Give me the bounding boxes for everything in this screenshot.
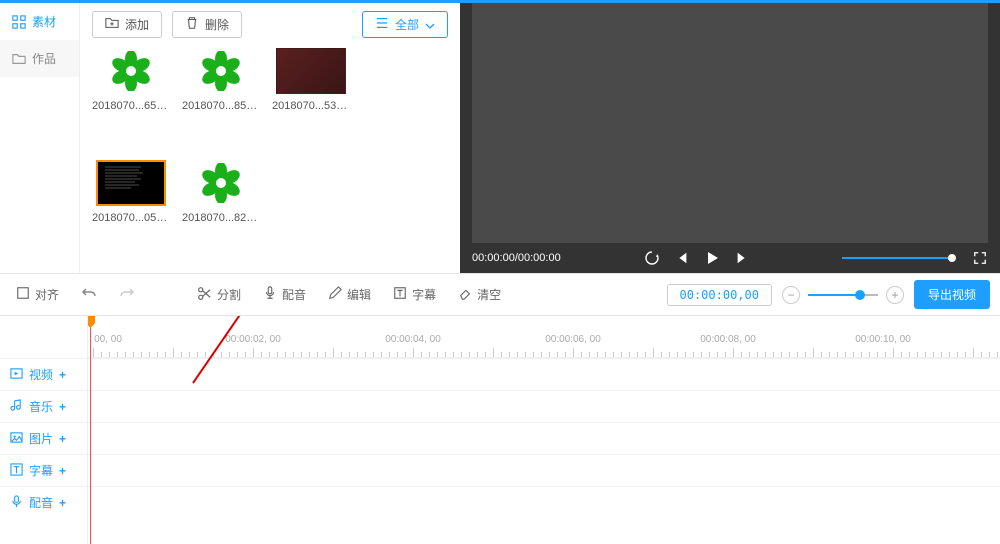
align-icon <box>16 286 30 303</box>
track-labels: 视频+ 音乐+ 图片+ 字幕+ 配音+ <box>0 316 88 544</box>
track-label-image[interactable]: 图片+ <box>0 422 87 454</box>
zoom-in-button[interactable]: + <box>886 286 904 304</box>
asset-name: 2018070...536.mp4 <box>272 100 350 112</box>
video-icon <box>10 367 23 383</box>
track-label-dub[interactable]: 配音+ <box>0 486 87 518</box>
asset-item[interactable]: 2018070...536.mp4 <box>272 48 350 112</box>
zoom-slider[interactable] <box>808 294 878 296</box>
track-row[interactable] <box>88 486 1000 518</box>
track-label-music[interactable]: 音乐+ <box>0 390 87 422</box>
timeline-time-display: 00:00:00,00 <box>667 284 772 306</box>
clear-button[interactable]: 清空 <box>452 282 507 307</box>
asset-name: 2018070...653.mp4 <box>92 100 170 112</box>
preview-progress[interactable] <box>842 257 952 259</box>
track-label-subtitle[interactable]: 字幕+ <box>0 454 87 486</box>
zoom-out-button[interactable]: − <box>782 286 800 304</box>
track-row[interactable] <box>88 422 1000 454</box>
undo-icon <box>81 285 97 304</box>
export-button[interactable]: 导出视频 <box>914 280 990 309</box>
asset-thumbnail <box>96 160 166 206</box>
asset-thumbnail <box>276 48 346 94</box>
preview-time-label: 00:00:00/00:00:00 <box>472 252 561 264</box>
split-button[interactable]: 分割 <box>191 282 247 308</box>
sidebar-item-label: 作品 <box>32 50 56 67</box>
sidebar-item-assets[interactable]: 素材 <box>0 3 79 40</box>
asset-item[interactable]: 2018070...826.mp4 <box>182 160 260 224</box>
filter-button[interactable]: 全部 <box>362 11 448 38</box>
preview-panel: 00:00:00/00:00:00 <box>460 3 1000 273</box>
asset-thumbnail <box>186 48 256 94</box>
asset-area: 添加 删除 全部 2018070...653.mp4 <box>80 3 460 273</box>
plus-icon: + <box>59 368 66 382</box>
image-icon <box>10 431 23 447</box>
next-icon[interactable] <box>734 250 750 266</box>
add-button[interactable]: 添加 <box>92 11 162 38</box>
sidebar-item-label: 素材 <box>32 13 56 30</box>
scissors-icon <box>197 286 212 304</box>
eraser-icon <box>458 286 472 303</box>
pencil-icon <box>328 286 342 303</box>
plus-icon: + <box>59 496 66 510</box>
undo-button[interactable] <box>75 281 103 308</box>
asset-item[interactable]: 2018070...653.mp4 <box>92 48 170 112</box>
asset-thumbnail <box>186 160 256 206</box>
loop-icon[interactable] <box>644 250 660 266</box>
asset-name: 2018070...857.mp4 <box>182 100 260 112</box>
editor-toolbar: 对齐 分割 配音 编辑 字幕 清空 00:00:00,00 − + 导出视频 <box>0 274 1000 316</box>
preview-screen <box>472 3 988 243</box>
folder-icon <box>12 52 26 66</box>
track-label-video[interactable]: 视频+ <box>0 358 87 390</box>
chevron-down-icon <box>425 18 435 32</box>
sidebar: 素材 作品 <box>0 3 80 273</box>
align-button[interactable]: 对齐 <box>10 282 65 307</box>
mic-icon <box>10 495 23 511</box>
edit-button[interactable]: 编辑 <box>322 282 377 307</box>
grid-icon <box>12 15 26 29</box>
dub-button[interactable]: 配音 <box>257 282 312 307</box>
asset-item[interactable]: 2018070...857.mp4 <box>182 48 260 112</box>
trash-icon <box>185 16 199 33</box>
redo-icon <box>119 285 135 304</box>
redo-button[interactable] <box>113 281 141 308</box>
play-icon[interactable] <box>704 250 720 266</box>
folder-plus-icon <box>105 16 119 33</box>
text-icon <box>393 286 407 303</box>
timeline-ruler[interactable]: 00, 00 00:00:02, 00 00:00:04, 00 00:00:0… <box>88 316 1000 358</box>
asset-item[interactable]: 2018070...053.mp4 <box>92 160 170 224</box>
track-row[interactable] <box>88 390 1000 422</box>
plus-icon: + <box>59 432 66 446</box>
music-icon <box>10 399 23 415</box>
text-icon <box>10 463 23 479</box>
mic-icon <box>263 286 277 303</box>
sidebar-item-works[interactable]: 作品 <box>0 40 79 77</box>
timeline-tracks[interactable]: 00, 00 00:00:02, 00 00:00:04, 00 00:00:0… <box>88 316 1000 544</box>
list-icon <box>375 16 389 33</box>
plus-icon: + <box>59 464 66 478</box>
asset-grid: 2018070...653.mp4 2018070...857.mp4 2018… <box>92 48 448 224</box>
subtitle-button[interactable]: 字幕 <box>387 282 442 307</box>
fullscreen-icon[interactable] <box>972 250 988 266</box>
playhead[interactable] <box>90 316 91 544</box>
prev-icon[interactable] <box>674 250 690 266</box>
track-row[interactable] <box>88 358 1000 390</box>
delete-button[interactable]: 删除 <box>172 11 242 38</box>
asset-thumbnail <box>96 48 166 94</box>
asset-name: 2018070...826.mp4 <box>182 212 260 224</box>
asset-name: 2018070...053.mp4 <box>92 212 170 224</box>
track-row[interactable] <box>88 454 1000 486</box>
plus-icon: + <box>59 400 66 414</box>
